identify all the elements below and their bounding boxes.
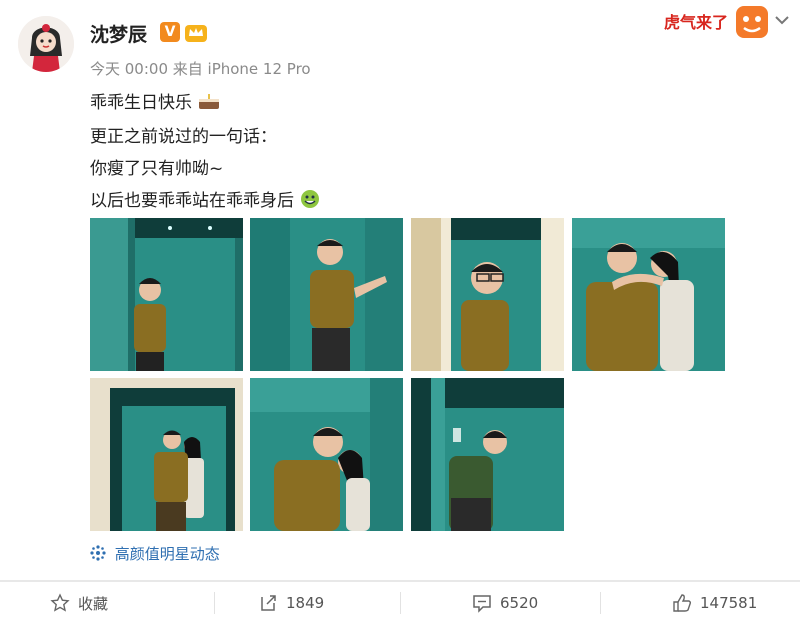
verified-badge-icon: V — [160, 22, 180, 42]
action-separator — [214, 592, 215, 614]
repost-button[interactable]: 1849 — [258, 582, 324, 624]
weibo-post: 沈梦辰 V 今天 00:00 来自 iPhone 12 Pro 虎气来了 乖乖生… — [0, 0, 800, 580]
post-text-line-1: 乖乖生日快乐 — [90, 88, 221, 116]
comment-count: 6520 — [500, 594, 539, 612]
like-button[interactable]: 147581 — [672, 582, 757, 624]
crown-badge-icon — [184, 21, 208, 43]
comment-icon — [473, 595, 491, 613]
photo-3[interactable] — [411, 218, 564, 371]
grinning-emoji-icon — [299, 189, 321, 214]
repost-count: 1849 — [286, 594, 325, 612]
photo-4[interactable] — [572, 218, 725, 371]
like-count: 147581 — [700, 594, 758, 612]
thumbs-up-icon — [673, 594, 692, 612]
favorite-label: 收藏 — [78, 594, 109, 613]
favorite-button[interactable]: 收藏 — [50, 582, 108, 624]
post-text-line-2: 更正之前说过的一句话： — [90, 127, 277, 147]
topic-tag-label: 高颜值明星动态 — [114, 545, 220, 563]
photo-5[interactable] — [90, 378, 243, 531]
photo-7[interactable] — [411, 378, 564, 531]
post-text-line-4: 以后也要乖乖站在乖乖身后 — [90, 186, 321, 214]
star-icon — [50, 593, 70, 612]
username[interactable]: 沈梦辰 — [90, 20, 147, 47]
topic-tag-link[interactable]: 高颜值明星动态 — [90, 543, 220, 565]
tiger-year-sticker[interactable]: 虎气来了 — [662, 2, 772, 42]
avatar[interactable] — [18, 16, 74, 72]
sticker-text: 虎气来了 — [664, 13, 728, 32]
post-meta: 今天 00:00 来自 iPhone 12 Pro — [90, 60, 311, 78]
action-separator — [400, 592, 401, 614]
action-separator — [600, 592, 601, 614]
comment-button[interactable]: 6520 — [472, 582, 538, 624]
photo-2[interactable] — [250, 218, 403, 371]
repost-icon — [261, 595, 276, 611]
chevron-down-icon[interactable] — [772, 12, 792, 28]
topic-sparkle-icon — [90, 544, 106, 565]
photo-1[interactable] — [90, 218, 243, 371]
cake-emoji-icon — [197, 91, 221, 116]
post-text-line-3: 你瘦了只有帅呦~ — [90, 159, 224, 179]
photo-6[interactable] — [250, 378, 403, 531]
